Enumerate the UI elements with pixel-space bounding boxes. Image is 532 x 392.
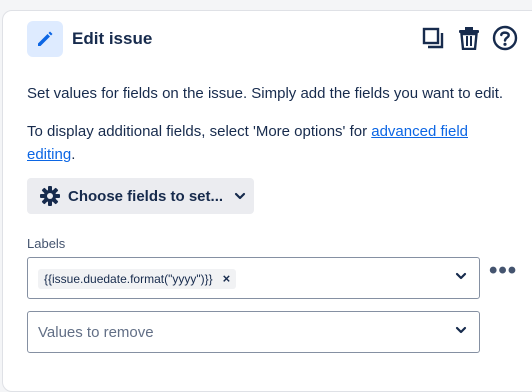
label-tag: {{issue.duedate.format("yyyy")}} × <box>38 269 237 289</box>
chevron-down-icon <box>234 192 246 200</box>
remove-tag-icon[interactable]: × <box>223 269 231 289</box>
copy-icon[interactable] <box>420 24 446 52</box>
description-prefix: To display additional fields, select 'Mo… <box>27 123 372 140</box>
choose-fields-label: Choose fields to set... <box>68 187 224 205</box>
description-text: Set values for fields on the issue. Simp… <box>27 85 504 102</box>
header-actions <box>420 24 518 52</box>
label-tag-text: {{issue.duedate.format("yyyy")}} <box>44 272 213 286</box>
panel-header: Edit issue <box>27 21 532 57</box>
values-to-remove-placeholder: Values to remove <box>38 324 154 341</box>
chevron-down-icon[interactable] <box>455 326 467 334</box>
page-title: Edit issue <box>72 29 153 48</box>
choose-fields-button[interactable]: Choose fields to set... <box>27 178 254 214</box>
pencil-icon <box>27 21 63 57</box>
description-suffix: . <box>71 146 76 163</box>
more-options-button[interactable]: ••• <box>489 259 517 283</box>
gear-icon <box>39 185 61 207</box>
values-to-remove-select[interactable]: Values to remove <box>27 311 480 353</box>
trash-icon[interactable] <box>456 24 482 52</box>
help-icon[interactable] <box>492 24 518 52</box>
labels-select[interactable]: {{issue.duedate.format("yyyy")}} × <box>27 257 480 299</box>
labels-field-label: Labels <box>27 236 66 251</box>
chevron-down-icon[interactable] <box>455 272 467 280</box>
description-advanced: To display additional fields, select 'Mo… <box>27 120 497 166</box>
